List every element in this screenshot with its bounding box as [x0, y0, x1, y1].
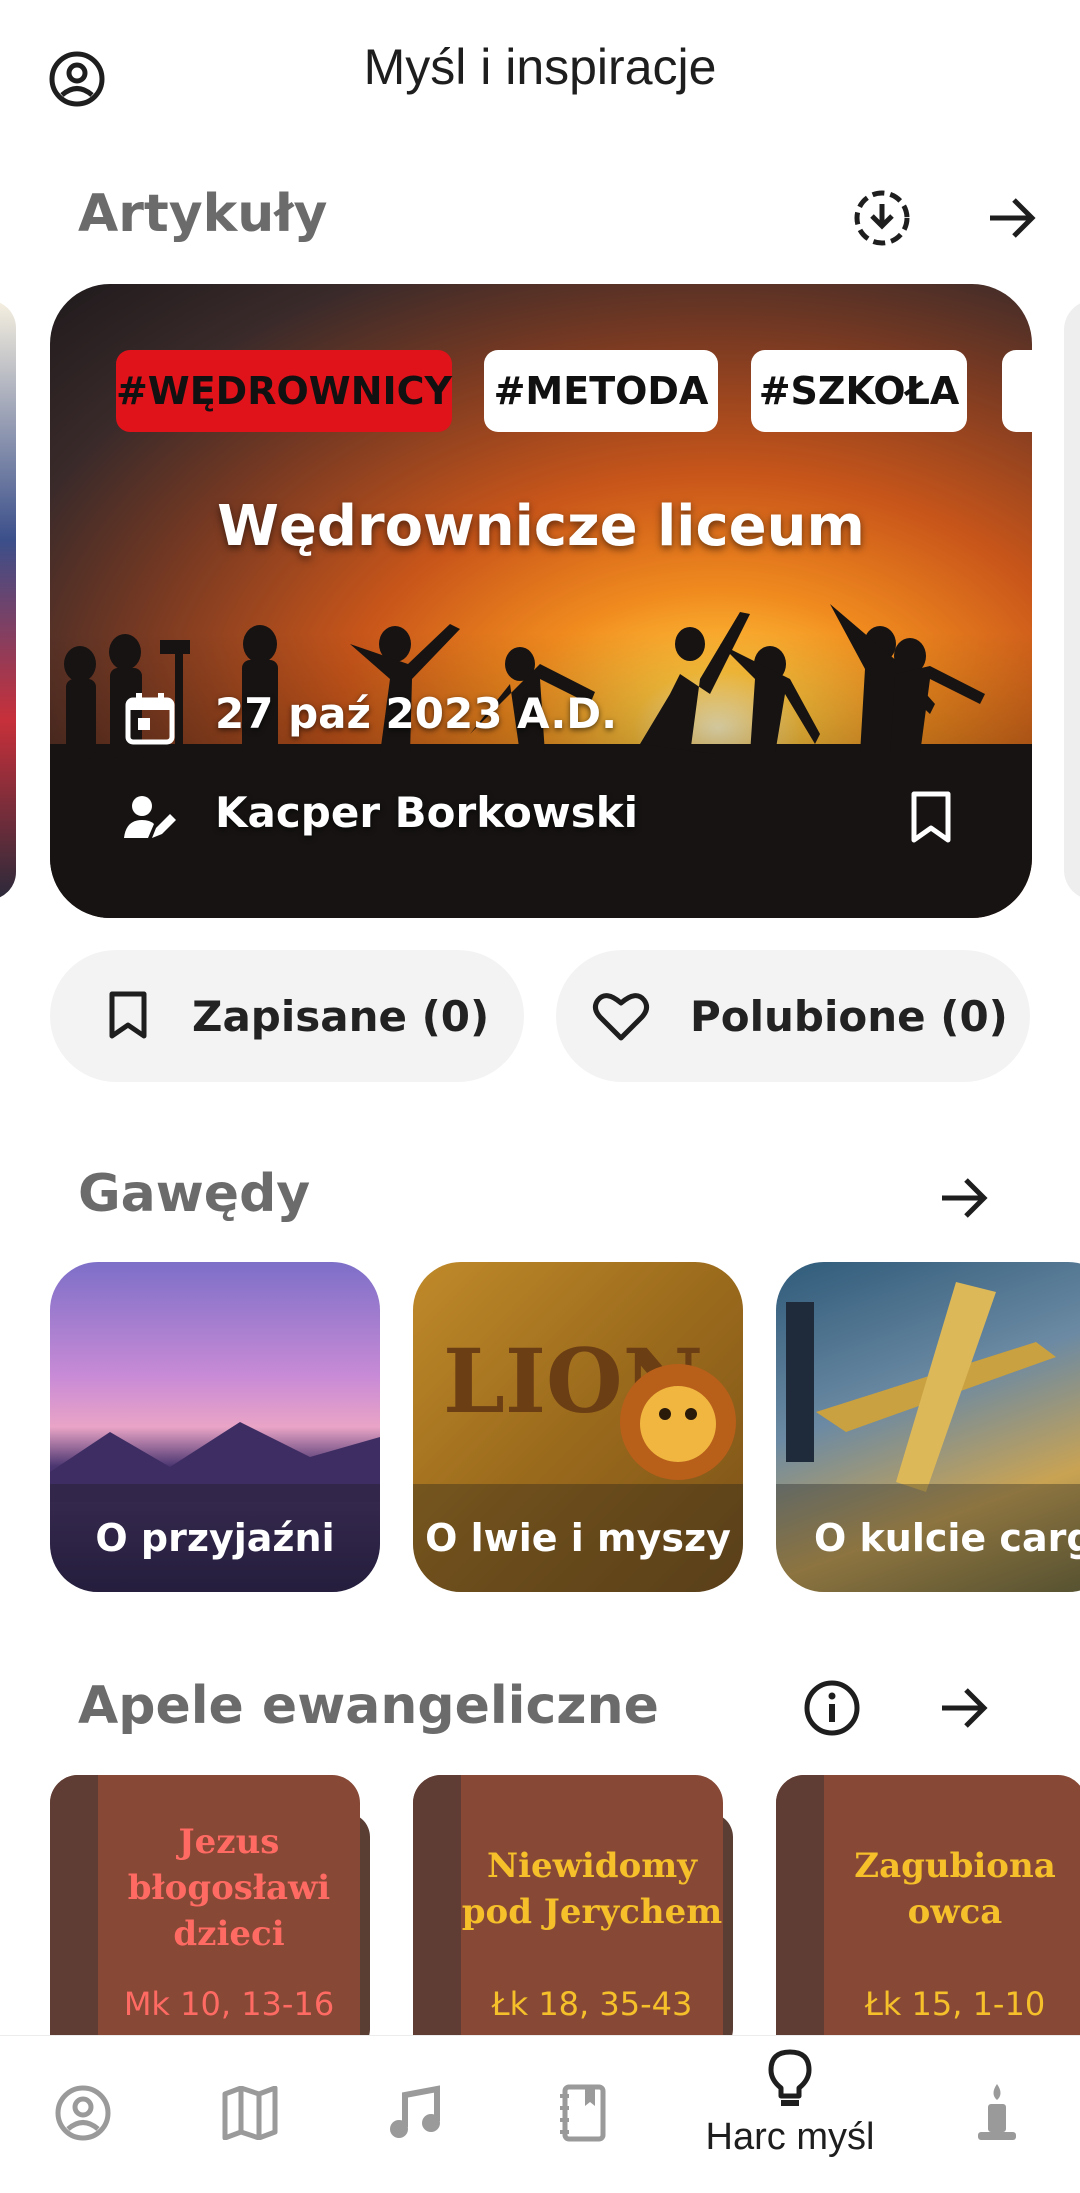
- appeal-card[interactable]: Niewidomy pod Jerychem Łk 18, 35-43: [413, 1775, 733, 2075]
- article-title: Wędrownicze liceum: [217, 494, 865, 559]
- page-title: Myśl i inspiracje: [363, 39, 717, 95]
- nav-map[interactable]: [205, 2036, 295, 2193]
- nav-notebook[interactable]: [537, 2036, 627, 2193]
- story-card[interactable]: O przyjaźni: [50, 1262, 380, 1592]
- appeal-title-line: owca: [907, 1892, 1003, 1932]
- tag-metoda[interactable]: #METODA: [484, 350, 718, 432]
- previous-article-card[interactable]: [0, 300, 16, 900]
- bookmark-outline-icon: [106, 990, 170, 1042]
- appeals-section-title: Apele ewangeliczne: [78, 1676, 659, 1736]
- appeal-card[interactable]: Zagubiona owca Łk 15, 1-10: [776, 1775, 1080, 2075]
- stories-more-arrow-icon[interactable]: [932, 1166, 996, 1230]
- next-article-card[interactable]: [1064, 300, 1080, 900]
- story-label: O kulcie cargo: [776, 1484, 1080, 1592]
- tag-wedrownicy[interactable]: #WĘDROWNICY: [116, 350, 452, 432]
- heart-icon: [592, 990, 656, 1042]
- nav-songs[interactable]: [370, 2036, 460, 2193]
- appeal-title-line: pod Jerychem: [461, 1892, 723, 1932]
- map-icon: [221, 2085, 279, 2144]
- appeal-title-line: Zagubiona: [854, 1846, 1056, 1886]
- account-circle-icon: [53, 2083, 113, 2147]
- cargo-plane-image: [786, 1282, 1056, 1492]
- candle-icon: [972, 2082, 1022, 2148]
- articles-section-title: Artykuły: [78, 184, 328, 244]
- article-author: Kacper Borkowski: [215, 788, 639, 837]
- appeal-title-line: dzieci: [173, 1914, 285, 1954]
- appeals-more-arrow-icon[interactable]: [932, 1676, 996, 1740]
- download-icon[interactable]: [850, 186, 914, 250]
- lion-image: LION: [443, 1329, 736, 1480]
- author-edit-icon: [122, 792, 178, 844]
- appeal-title-line: Jezus: [178, 1822, 280, 1862]
- featured-article-card[interactable]: #WĘDROWNICY #METODA #SZKOŁA Wędrownicze …: [50, 284, 1032, 918]
- bottom-navigation: Harc myśl: [0, 2035, 1080, 2193]
- story-card[interactable]: O kulcie cargo: [776, 1262, 1080, 1592]
- bookmark-icon[interactable]: [908, 790, 958, 846]
- article-date: 27 paź 2023 A.D.: [215, 689, 618, 738]
- story-label: O lwie i myszy: [413, 1484, 743, 1592]
- stories-section-title: Gawędy: [78, 1164, 311, 1224]
- tag-more[interactable]: [1002, 350, 1032, 432]
- nav-candle[interactable]: [952, 2036, 1042, 2193]
- nav-profile[interactable]: [38, 2036, 128, 2193]
- appeal-title-line: błogosławi: [127, 1868, 331, 1908]
- liked-label: Polubione (0): [690, 991, 1008, 1041]
- lightbulb-icon: [767, 2048, 813, 2114]
- notebook-icon: [557, 2084, 607, 2146]
- info-icon[interactable]: [800, 1676, 864, 1740]
- appeal-title-line: Niewidomy: [487, 1846, 697, 1886]
- tag-szkola[interactable]: #SZKOŁA: [751, 350, 967, 432]
- appeal-reference: Łk 18, 35-43: [491, 1985, 693, 2023]
- appeal-reference: Łk 15, 1-10: [864, 1985, 1046, 2023]
- appeal-card[interactable]: Jezus błogosławi dzieci Mk 10, 13-16: [50, 1775, 370, 2075]
- liked-button[interactable]: Polubione (0): [556, 950, 1030, 1082]
- calendar-icon: [122, 690, 178, 746]
- articles-more-arrow-icon[interactable]: [980, 186, 1044, 250]
- nav-active-label: Harc myśl: [705, 2116, 875, 2158]
- saved-button[interactable]: Zapisane (0): [50, 950, 524, 1082]
- nav-harc-mysl[interactable]: Harc myśl: [690, 2036, 890, 2193]
- appeal-reference: Mk 10, 13-16: [123, 1985, 335, 2023]
- music-note-icon: [387, 2084, 443, 2145]
- story-card[interactable]: LION O lwie i myszy: [413, 1262, 743, 1592]
- story-label: O przyjaźni: [50, 1484, 380, 1592]
- saved-label: Zapisane (0): [192, 991, 490, 1041]
